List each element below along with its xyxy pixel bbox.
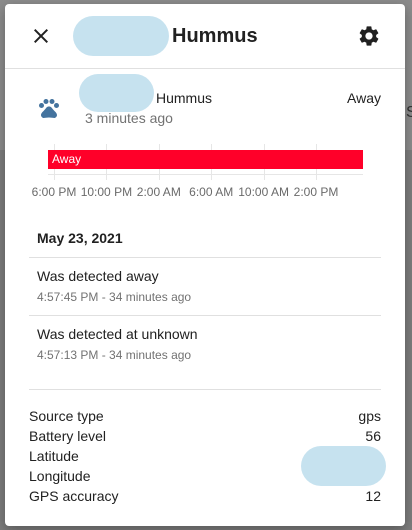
dialog-title: Hummus [172,25,258,47]
timeline-tick-label: 10:00 PM [80,185,133,199]
attribute-value: 12 [365,488,381,504]
timeline-tick-label: 10:00 AM [238,185,289,199]
more-info-dialog: Hummus Hummus Away 3 minutes ago 6:00 PM… [5,4,405,526]
close-button[interactable] [29,24,53,48]
attribute-row: Battery level 56 [29,428,381,444]
entity-name: Hummus [156,90,213,106]
redacted-blob [301,446,386,486]
divider [29,257,381,258]
timeline-bar-label: Away [52,152,82,166]
entity-state: Away [347,90,381,106]
redacted-blob [79,74,154,112]
timeline-tick-label: 2:00 AM [136,185,181,199]
timeline-tick-label: 2:00 PM [293,185,339,199]
logbook-entry-time: 4:57:45 PM - 34 minutes ago [37,290,192,304]
gear-icon [359,26,379,46]
close-icon [34,29,48,43]
timeline-tick-label: 6:00 PM [31,185,77,199]
last-changed: 3 minutes ago [85,110,173,126]
settings-button[interactable] [357,24,381,48]
attribute-label: GPS accuracy [29,488,119,504]
attribute-value: gps [358,408,381,424]
logbook-entry-message: Was detected away [37,268,159,284]
background-text: S [406,104,412,121]
logbook-date: May 23, 2021 [37,230,123,246]
attribute-label: Longitude [29,468,91,484]
divider [29,389,381,390]
header-divider [5,68,405,69]
attribute-label: Source type [29,408,104,424]
attribute-label: Latitude [29,448,79,464]
attribute-value: 56 [365,428,381,444]
attribute-row: GPS accuracy 12 [29,488,381,504]
attribute-row: Source type gps [29,408,381,424]
redacted-blob [73,16,169,56]
logbook-entry-message: Was detected at unknown [37,326,198,342]
logbook-entry-time: 4:57:13 PM - 34 minutes ago [37,348,192,362]
timeline-tick-label: 6:00 AM [189,185,234,199]
attribute-label: Battery level [29,428,107,444]
timeline-bar-away[interactable]: Away [48,150,363,169]
divider [29,315,381,316]
paw-icon [37,96,61,120]
